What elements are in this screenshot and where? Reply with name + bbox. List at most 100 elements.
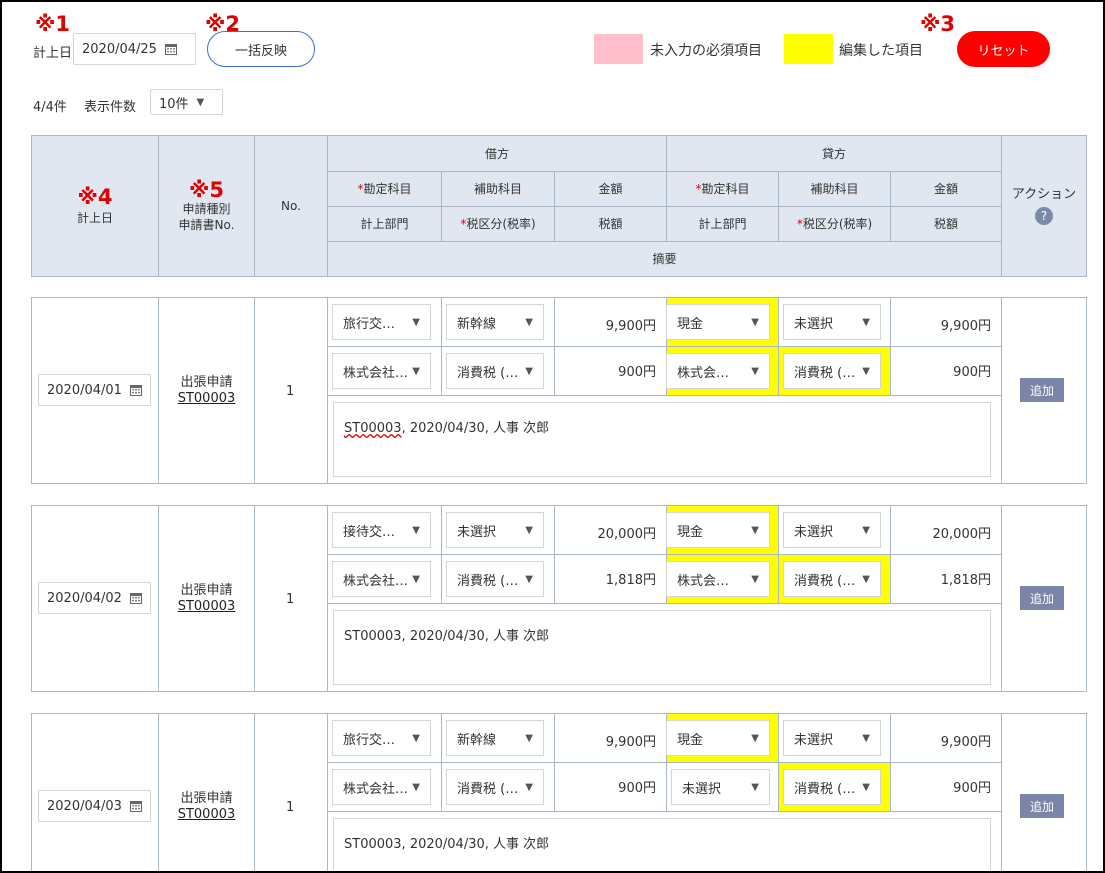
row-app-no-link[interactable]: ST00003: [158, 599, 255, 615]
header-debit-tax-amount: 税額: [554, 206, 667, 242]
debit-tax-select[interactable]: 消費税 (… ▼: [446, 769, 544, 805]
credit-sub-account-select[interactable]: 未選択 ▼: [783, 304, 881, 340]
debit-tax-amount: 900円: [618, 781, 656, 796]
bulk-date-input[interactable]: 2020/04/25: [73, 33, 196, 65]
legend-required-swatch: [594, 34, 643, 64]
memo-field[interactable]: ST00003, 2020/04/30, 人事 次郎: [333, 818, 991, 871]
note-3: ※3: [920, 12, 956, 36]
debit-department-select[interactable]: 株式会社… ▼: [332, 353, 431, 389]
debit-account-select[interactable]: 接待交… ▼: [332, 512, 431, 548]
cell-action: [1001, 713, 1087, 871]
legend-required-label: 未入力の必須項目: [650, 43, 762, 59]
chevron-down-icon: ▼: [525, 781, 533, 793]
chevron-down-icon: ▼: [196, 96, 205, 108]
debit-amount: 20,000円: [597, 527, 657, 542]
debit-sub-account-select[interactable]: 新幹線 ▼: [446, 304, 544, 340]
help-icon[interactable]: ?: [1035, 207, 1053, 225]
reset-button[interactable]: リセット: [957, 31, 1050, 67]
debit-department-select[interactable]: 株式会社… ▼: [332, 561, 431, 597]
credit-account-select[interactable]: 現金 ▼: [666, 304, 770, 340]
chevron-down-icon: ▼: [751, 781, 759, 793]
credit-department-select[interactable]: 未選択 ▼: [671, 769, 770, 805]
row-application: 出張申請 ST00003: [158, 375, 255, 407]
header-date-label: 計上日: [76, 210, 113, 225]
header-debit-tax-class: * 税区分(税率): [441, 206, 555, 242]
memo-field[interactable]: ST00003, 2020/04/30, 人事 次郎: [333, 610, 991, 685]
header-debit-sub-account: 補助科目: [441, 171, 555, 207]
credit-tax-select[interactable]: 消費税 (… ▼: [783, 769, 881, 805]
header-memo: 摘要: [327, 241, 1002, 277]
header-action: アクション ?: [1001, 135, 1087, 277]
header-app-no-label: 申請書No.: [178, 217, 235, 232]
calendar-icon[interactable]: [129, 592, 142, 604]
header-credit-account: * 勘定科目: [666, 171, 779, 207]
chevron-down-icon: ▼: [412, 573, 420, 585]
add-button[interactable]: 追加: [1020, 794, 1064, 818]
chevron-down-icon: ▼: [751, 365, 759, 377]
row-no: 1: [286, 592, 295, 607]
legend-edited-swatch: [784, 34, 833, 64]
memo-field[interactable]: ST00003, 2020/04/30, 人事 次郎: [333, 402, 991, 477]
debit-department-select[interactable]: 株式会社… ▼: [332, 769, 431, 805]
row-app-type: 出張申請: [180, 791, 233, 806]
debit-tax-amount: 1,818円: [605, 573, 656, 588]
chevron-down-icon: ▼: [862, 573, 870, 585]
page-frame: ※1 ※2 ※3 計上日 2020/04/25 一括反映 未入力の必須項目 編集…: [0, 0, 1105, 873]
header-no: No.: [254, 135, 328, 277]
chevron-down-icon: ▼: [751, 524, 759, 536]
row-application: 出張申請 ST00003: [158, 791, 255, 823]
note-4: ※4: [77, 184, 113, 209]
debit-tax-amount: 900円: [618, 365, 656, 380]
credit-account-select[interactable]: 現金 ▼: [666, 720, 770, 756]
debit-sub-account-select[interactable]: 新幹線 ▼: [446, 720, 544, 756]
page-size-select[interactable]: 10件 ▼: [150, 89, 223, 115]
chevron-down-icon: ▼: [862, 732, 870, 744]
debit-account-select[interactable]: 旅行交… ▼: [332, 720, 431, 756]
result-count: 4/4件: [33, 100, 67, 115]
debit-account-select[interactable]: 旅行交… ▼: [332, 304, 431, 340]
header-credit-department: 計上部門: [666, 206, 779, 242]
chevron-down-icon: ▼: [412, 732, 420, 744]
header-action-label: アクション: [1011, 187, 1077, 202]
header-credit: 貸方: [666, 135, 1002, 172]
chevron-down-icon: ▼: [862, 316, 870, 328]
calendar-icon[interactable]: [164, 43, 177, 55]
row-date-value: 2020/04/01: [47, 382, 122, 398]
chevron-down-icon: ▼: [412, 524, 420, 536]
header-credit-amount: 金額: [890, 171, 1002, 207]
apply-all-button[interactable]: 一括反映: [207, 31, 315, 67]
row-no-cell: [254, 713, 328, 871]
row-application: 出張申請 ST00003: [158, 583, 255, 615]
row-app-no-link[interactable]: ST00003: [158, 391, 255, 407]
row-date-input[interactable]: 2020/04/03: [38, 790, 151, 822]
credit-sub-account-select[interactable]: 未選択 ▼: [783, 512, 881, 548]
header-debit-account: * 勘定科目: [327, 171, 442, 207]
row-date-input[interactable]: 2020/04/02: [38, 582, 151, 614]
calendar-icon[interactable]: [129, 800, 142, 812]
row-app-no-link[interactable]: ST00003: [158, 807, 255, 823]
credit-tax-select[interactable]: 消費税 (… ▼: [783, 561, 881, 597]
row-date-input[interactable]: 2020/04/01: [38, 374, 151, 406]
credit-sub-account-select[interactable]: 未選択 ▼: [783, 720, 881, 756]
header-date: ※4 計上日: [31, 135, 159, 277]
credit-department-select[interactable]: 株式会… ▼: [666, 353, 770, 389]
chevron-down-icon: ▼: [525, 524, 533, 536]
chevron-down-icon: ▼: [525, 573, 533, 585]
debit-sub-account-select[interactable]: 未選択 ▼: [446, 512, 544, 548]
debit-tax-select[interactable]: 消費税 (… ▼: [446, 561, 544, 597]
chevron-down-icon: ▼: [751, 573, 759, 585]
add-button[interactable]: 追加: [1020, 378, 1064, 402]
note-5: ※5: [188, 177, 225, 202]
credit-tax-amount: 1,818円: [940, 573, 991, 588]
credit-tax-select[interactable]: 消費税 (… ▼: [783, 353, 881, 389]
debit-amount: 9,900円: [605, 319, 656, 334]
legend-edited-label: 編集した項目: [839, 43, 923, 59]
calendar-icon[interactable]: [129, 384, 142, 396]
credit-account-select[interactable]: 現金 ▼: [666, 512, 770, 548]
add-button[interactable]: 追加: [1020, 586, 1064, 610]
credit-amount: 9,900円: [940, 319, 991, 334]
header-credit-tax-class: * 税区分(税率): [778, 206, 891, 242]
debit-tax-select[interactable]: 消費税 (… ▼: [446, 353, 544, 389]
chevron-down-icon: ▼: [862, 524, 870, 536]
credit-department-select[interactable]: 株式会… ▼: [666, 561, 770, 597]
